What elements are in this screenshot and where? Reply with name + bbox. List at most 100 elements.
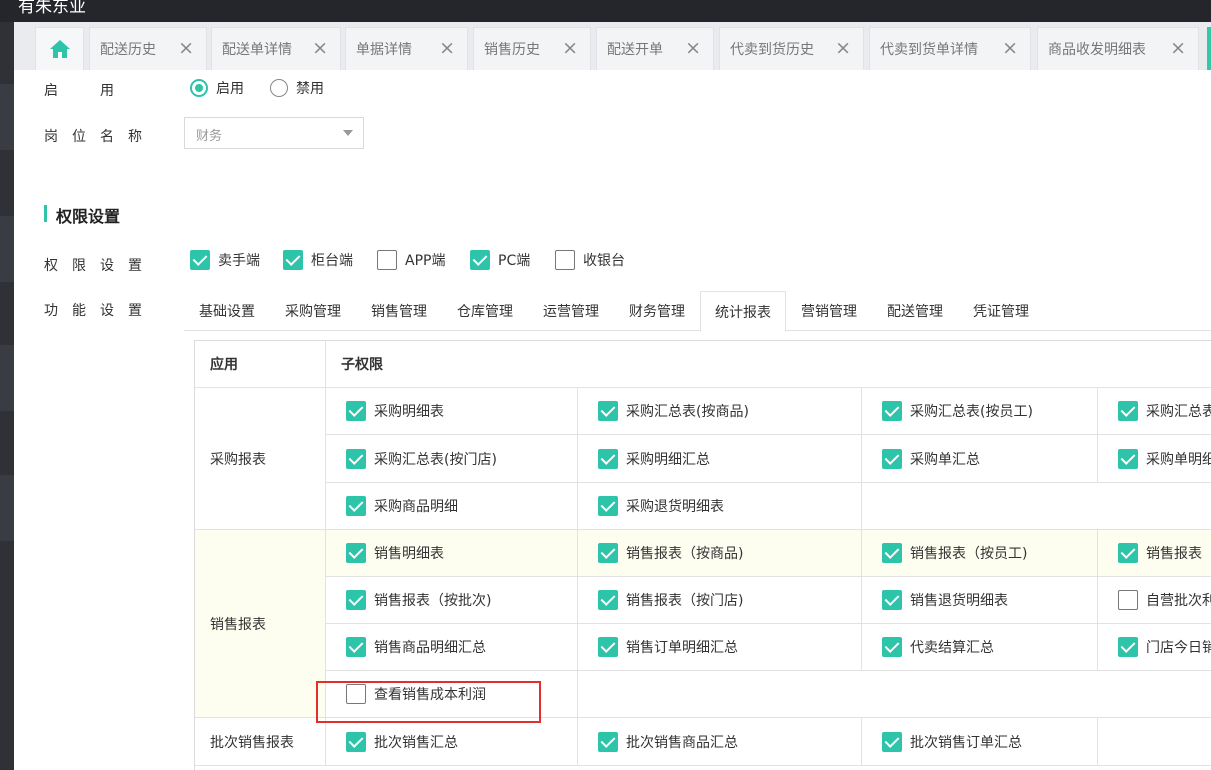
perm-item[interactable]: 销售商品明细汇总 bbox=[326, 624, 578, 671]
perm-item[interactable]: 门店今日销 bbox=[1098, 624, 1211, 671]
perm-item[interactable]: 采购汇总表(按门店) bbox=[326, 435, 578, 483]
perm-item[interactable]: 代卖结算汇总 bbox=[862, 624, 1098, 671]
checkbox-checked-icon[interactable] bbox=[1118, 448, 1138, 469]
close-icon[interactable]: × bbox=[1002, 39, 1018, 58]
checkbox-checked-icon[interactable] bbox=[1118, 401, 1138, 421]
perm-item-label: 采购汇总表(按员工) bbox=[910, 404, 1033, 420]
radio-disable[interactable]: 禁用 bbox=[270, 78, 324, 98]
tab-label: 配送历史 bbox=[100, 42, 156, 58]
tab-delivery-history[interactable]: 配送历史 × bbox=[89, 27, 207, 70]
perm-option-pc[interactable]: PC端 bbox=[470, 250, 530, 270]
perm-item[interactable]: 采购汇总表 bbox=[1098, 388, 1211, 435]
tab-delivery-order[interactable]: 配送开单 × bbox=[596, 27, 714, 70]
sidebar-item[interactable] bbox=[0, 475, 14, 541]
checkbox-checked-icon[interactable] bbox=[882, 731, 902, 752]
perm-item[interactable]: 销售退货明细表 bbox=[862, 577, 1098, 624]
perm-item[interactable]: 采购明细表 bbox=[326, 388, 578, 435]
checkbox-checked-icon[interactable] bbox=[346, 496, 366, 516]
checkbox-checked-icon[interactable] bbox=[882, 637, 902, 657]
tab-document-detail[interactable]: 单据详情 × bbox=[345, 27, 468, 70]
perm-item[interactable]: 采购商品明细 bbox=[326, 483, 578, 530]
tab-basic-settings[interactable]: 基础设置 bbox=[184, 291, 270, 331]
perm-item-label: 销售订单明细汇总 bbox=[626, 640, 738, 656]
perm-item[interactable]: 批次销售订单汇总 bbox=[862, 718, 1098, 766]
tab-home[interactable] bbox=[35, 27, 84, 70]
empty-cell bbox=[578, 671, 1211, 718]
perm-option-seller[interactable]: 卖手端 bbox=[190, 250, 260, 270]
perm-item[interactable]: 销售报表（按员工) bbox=[862, 530, 1098, 577]
tab-finance[interactable]: 财务管理 bbox=[614, 291, 700, 331]
tab-purchase[interactable]: 采购管理 bbox=[270, 291, 356, 331]
tab-delivery-detail[interactable]: 配送单详情 × bbox=[211, 27, 341, 70]
perm-item-label: 批次销售商品汇总 bbox=[626, 734, 738, 751]
close-icon[interactable]: × bbox=[178, 39, 194, 58]
checkbox-checked-icon[interactable] bbox=[1118, 637, 1138, 657]
checkbox-unchecked-icon[interactable] bbox=[1118, 590, 1138, 610]
perm-option-cashier[interactable]: 收银台 bbox=[555, 250, 625, 270]
checkbox-checked-icon[interactable] bbox=[346, 448, 366, 469]
perm-item[interactable]: 批次销售商品汇总 bbox=[578, 718, 862, 766]
tab-voucher[interactable]: 凭证管理 bbox=[958, 291, 1044, 331]
checkbox-checked-icon[interactable] bbox=[598, 637, 618, 657]
tab-active-indicator[interactable] bbox=[1207, 27, 1211, 70]
radio-unselected-icon bbox=[270, 79, 288, 97]
perm-item[interactable]: 自营批次利 bbox=[1098, 577, 1211, 624]
checkbox-checked-icon[interactable] bbox=[598, 448, 618, 469]
sidebar-item[interactable] bbox=[0, 84, 14, 150]
perm-item[interactable]: 采购单汇总 bbox=[862, 435, 1098, 483]
checkbox-checked-icon[interactable] bbox=[346, 401, 366, 421]
tab-consign-history[interactable]: 代卖到货历史 × bbox=[719, 27, 864, 70]
checkbox-checked-icon[interactable] bbox=[598, 401, 618, 421]
close-icon[interactable]: × bbox=[835, 39, 851, 58]
perm-item-label: 批次销售汇总 bbox=[374, 734, 458, 751]
tab-operations[interactable]: 运营管理 bbox=[528, 291, 614, 331]
checkbox-checked-icon[interactable] bbox=[598, 496, 618, 516]
sidebar-item[interactable] bbox=[0, 216, 14, 282]
radio-enable[interactable]: 启用 bbox=[190, 78, 244, 98]
perm-option-counter[interactable]: 柜台端 bbox=[283, 250, 353, 270]
close-icon[interactable]: × bbox=[1170, 39, 1186, 58]
perm-item[interactable]: 采购退货明细表 bbox=[578, 483, 862, 530]
perm-item[interactable]: 销售明细表 bbox=[326, 530, 578, 577]
perm-item[interactable]: 销售报表（ bbox=[1098, 530, 1211, 577]
perm-item[interactable]: 批次销售汇总 bbox=[326, 718, 578, 766]
checkbox-checked-icon[interactable] bbox=[882, 590, 902, 610]
perm-item[interactable]: 销售订单明细汇总 bbox=[578, 624, 862, 671]
close-icon[interactable]: × bbox=[312, 39, 328, 58]
close-icon[interactable]: × bbox=[439, 39, 455, 58]
perm-item[interactable]: 销售报表（按门店) bbox=[578, 577, 862, 624]
perm-item[interactable]: 销售报表（按批次) bbox=[326, 577, 578, 624]
tab-sales[interactable]: 销售管理 bbox=[356, 291, 442, 331]
checkbox-checked-icon[interactable] bbox=[598, 590, 618, 610]
checkbox-checked-icon[interactable] bbox=[882, 401, 902, 421]
tab-sales-history[interactable]: 销售历史 × bbox=[473, 27, 591, 70]
tab-marketing[interactable]: 营销管理 bbox=[786, 291, 872, 331]
position-select[interactable]: 财务 bbox=[184, 117, 364, 149]
close-icon[interactable]: × bbox=[685, 39, 701, 58]
checkbox-checked-icon[interactable] bbox=[346, 637, 366, 657]
checkbox-checked-icon[interactable] bbox=[882, 448, 902, 469]
tab-warehouse[interactable]: 仓库管理 bbox=[442, 291, 528, 331]
close-icon[interactable]: × bbox=[562, 39, 578, 58]
checkbox-checked-icon[interactable] bbox=[598, 731, 618, 752]
perm-item-label: 采购汇总表(按门店) bbox=[374, 451, 497, 468]
checkbox-checked-icon[interactable] bbox=[346, 543, 366, 563]
checkbox-checked-icon[interactable] bbox=[882, 543, 902, 563]
sidebar-item[interactable] bbox=[0, 345, 14, 411]
tab-consign-detail[interactable]: 代卖到货单详情 × bbox=[869, 27, 1031, 70]
checkbox-checked-icon[interactable] bbox=[1118, 543, 1138, 563]
perm-item[interactable]: 采购汇总表(按员工) bbox=[862, 388, 1098, 435]
perm-item[interactable]: 采购明细汇总 bbox=[578, 435, 862, 483]
checkbox-checked-icon[interactable] bbox=[346, 590, 366, 610]
tab-delivery[interactable]: 配送管理 bbox=[872, 291, 958, 331]
tab-goods-flow[interactable]: 商品收发明细表 × bbox=[1037, 27, 1199, 70]
perm-option-app[interactable]: APP端 bbox=[377, 250, 445, 270]
function-tabs: 基础设置 采购管理 销售管理 仓库管理 运营管理 财务管理 统计报表 营销管理 … bbox=[184, 291, 1211, 332]
perm-item[interactable]: 采购单明细 bbox=[1098, 435, 1211, 483]
func-label: 功 能 设 置 bbox=[44, 303, 142, 319]
perm-item[interactable]: 采购汇总表(按商品) bbox=[578, 388, 862, 435]
checkbox-checked-icon[interactable] bbox=[346, 731, 366, 752]
checkbox-checked-icon[interactable] bbox=[598, 543, 618, 563]
tab-statistics[interactable]: 统计报表 bbox=[700, 291, 786, 332]
perm-item[interactable]: 销售报表（按商品) bbox=[578, 530, 862, 577]
